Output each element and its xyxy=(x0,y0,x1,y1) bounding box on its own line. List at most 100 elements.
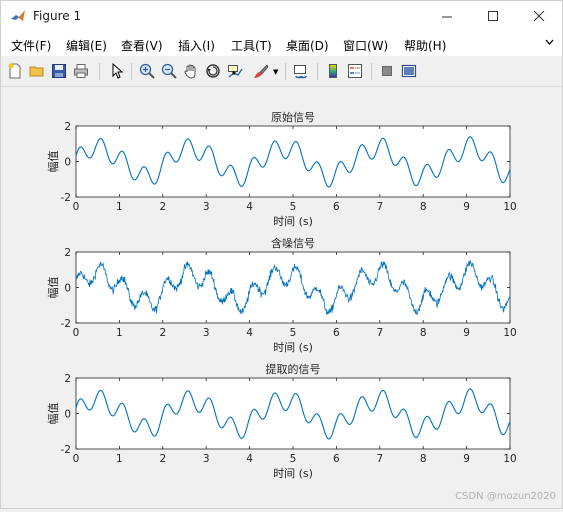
x-tick-label: 10 xyxy=(503,327,516,339)
x-tick-label: 2 xyxy=(159,201,166,213)
subplot-title: 含噪信号 xyxy=(271,236,315,250)
pan-hand-icon[interactable] xyxy=(181,61,201,81)
subplot-2: 0 1 2 3 4 5 6 7 8 9 1020-2含噪信号时间 (s)幅值 xyxy=(47,236,517,354)
menu-window[interactable]: 窗口(W) xyxy=(343,37,388,54)
subplot-1: 0 1 2 3 4 5 6 7 8 9 1020-2原始信号时间 (s)幅值 xyxy=(47,110,517,228)
y-tick-label: -2 xyxy=(61,444,71,456)
x-tick-label: 8 xyxy=(420,453,427,465)
y-tick-label: 0 xyxy=(64,409,71,421)
x-axis-label: 时间 (s) xyxy=(273,467,313,480)
menu-desktop[interactable]: 桌面(D) xyxy=(286,37,329,54)
show-plot-tools-icon[interactable] xyxy=(399,61,419,81)
figure-window: Figure 1 文件(F) 编辑(E) 查看(V) 插入(I) 工具(T) 桌… xyxy=(0,0,563,509)
axes-box xyxy=(75,251,511,324)
x-tick-label: 6 xyxy=(333,327,340,339)
title-bar[interactable]: Figure 1 xyxy=(1,1,562,32)
chevron-down-icon[interactable] xyxy=(545,38,554,47)
menu-help[interactable]: 帮助(H) xyxy=(404,37,446,54)
colorbar-icon[interactable] xyxy=(323,61,343,81)
x-tick-label: 3 xyxy=(203,201,210,213)
x-tick-label: 1 xyxy=(116,453,123,465)
hide-plot-tools-icon[interactable] xyxy=(377,61,397,81)
menu-bar: 文件(F) 编辑(E) 查看(V) 插入(I) 工具(T) 桌面(D) 窗口(W… xyxy=(1,32,562,56)
x-tick-label: 4 xyxy=(246,201,253,213)
x-tick-label: 10 xyxy=(503,453,516,465)
y-tick-label: 2 xyxy=(64,121,71,133)
x-tick-label: 5 xyxy=(290,453,297,465)
x-tick-label: 0 xyxy=(73,327,80,339)
y-tick-label: 2 xyxy=(64,247,71,259)
link-plot-icon[interactable] xyxy=(291,61,311,81)
brush-dropdown-icon[interactable]: ▼ xyxy=(273,68,278,76)
x-tick-label: 9 xyxy=(463,327,470,339)
y-axis-label: 幅值 xyxy=(47,151,60,173)
x-tick-label: 6 xyxy=(333,201,340,213)
y-tick-label: 2 xyxy=(64,373,71,385)
x-tick-label: 2 xyxy=(159,453,166,465)
toolbar-separator xyxy=(371,63,372,80)
toolbar-separator xyxy=(131,63,132,80)
y-tick-label: 0 xyxy=(64,157,71,169)
close-button[interactable] xyxy=(516,1,562,32)
pointer-icon[interactable] xyxy=(107,61,127,81)
y-tick-label: 0 xyxy=(64,283,71,295)
brush-icon[interactable] xyxy=(251,61,271,81)
data-cursor-icon[interactable] xyxy=(225,61,245,81)
x-tick-label: 8 xyxy=(420,201,427,213)
x-tick-label: 5 xyxy=(290,201,297,213)
minimize-button[interactable] xyxy=(424,1,470,32)
x-tick-label: 4 xyxy=(246,453,253,465)
x-tick-label: 9 xyxy=(463,201,470,213)
zoom-in-icon[interactable] xyxy=(137,61,157,81)
rotate-3d-icon[interactable] xyxy=(203,61,223,81)
save-icon[interactable] xyxy=(49,61,69,81)
x-tick-label: 2 xyxy=(159,327,166,339)
subplot-title: 提取的信号 xyxy=(266,362,321,376)
x-tick-label: 1 xyxy=(116,327,123,339)
menu-file[interactable]: 文件(F) xyxy=(11,37,51,54)
y-axis-label: 幅值 xyxy=(47,403,60,425)
print-icon[interactable] xyxy=(71,61,91,81)
maximize-button[interactable] xyxy=(470,1,516,32)
window-title: Figure 1 xyxy=(33,9,82,23)
new-figure-icon[interactable] xyxy=(5,61,25,81)
subplot-title: 原始信号 xyxy=(271,110,315,124)
menu-view[interactable]: 查看(V) xyxy=(121,37,163,54)
subplot-3: 0 1 2 3 4 5 6 7 8 9 1020-2提取的信号时间 (s)幅值 xyxy=(47,362,517,480)
figure-canvas[interactable]: 0 1 2 3 4 5 6 7 8 9 10 2 0 -2 原始信号 时间 (s) 幅值 0 1 2 3 4 5 6 7 8 9 10… xyxy=(1,87,562,508)
figure-toolbar: ▼ xyxy=(1,56,562,87)
zoom-out-icon[interactable] xyxy=(159,61,179,81)
menu-insert[interactable]: 插入(I) xyxy=(178,37,215,54)
x-tick-label: 1 xyxy=(116,201,123,213)
x-tick-label: 4 xyxy=(246,327,253,339)
axes-box xyxy=(75,125,511,198)
y-tick-label: -2 xyxy=(61,318,71,330)
y-tick-label: -2 xyxy=(61,192,71,204)
maximize-icon xyxy=(487,11,498,21)
watermark-text: CSDN @mozun2020 xyxy=(455,491,556,502)
y-axis-label: 幅值 xyxy=(47,277,60,299)
x-tick-label: 0 xyxy=(73,201,80,213)
x-tick-label: 3 xyxy=(203,327,210,339)
x-tick-label: 7 xyxy=(376,453,383,465)
open-file-icon[interactable] xyxy=(27,61,47,81)
minimize-icon xyxy=(441,16,452,18)
x-axis-label: 时间 (s) xyxy=(273,215,313,228)
x-tick-label: 0 xyxy=(73,453,80,465)
x-tick-label: 6 xyxy=(333,453,340,465)
menu-tools[interactable]: 工具(T) xyxy=(231,37,272,54)
matlab-logo-icon xyxy=(11,10,25,21)
x-tick-label: 5 xyxy=(290,327,297,339)
toolbar-separator xyxy=(99,63,100,80)
x-tick-label: 9 xyxy=(463,453,470,465)
x-tick-label: 10 xyxy=(503,201,516,213)
x-tick-label: 8 xyxy=(420,327,427,339)
legend-icon[interactable] xyxy=(345,61,365,81)
axes-box xyxy=(75,377,511,450)
x-axis-label: 时间 (s) xyxy=(273,341,313,354)
menu-edit[interactable]: 编辑(E) xyxy=(66,37,107,54)
toolbar-separator xyxy=(317,63,318,80)
x-tick-label: 7 xyxy=(376,327,383,339)
toolbar-separator xyxy=(285,63,286,80)
x-tick-label: 3 xyxy=(203,453,210,465)
